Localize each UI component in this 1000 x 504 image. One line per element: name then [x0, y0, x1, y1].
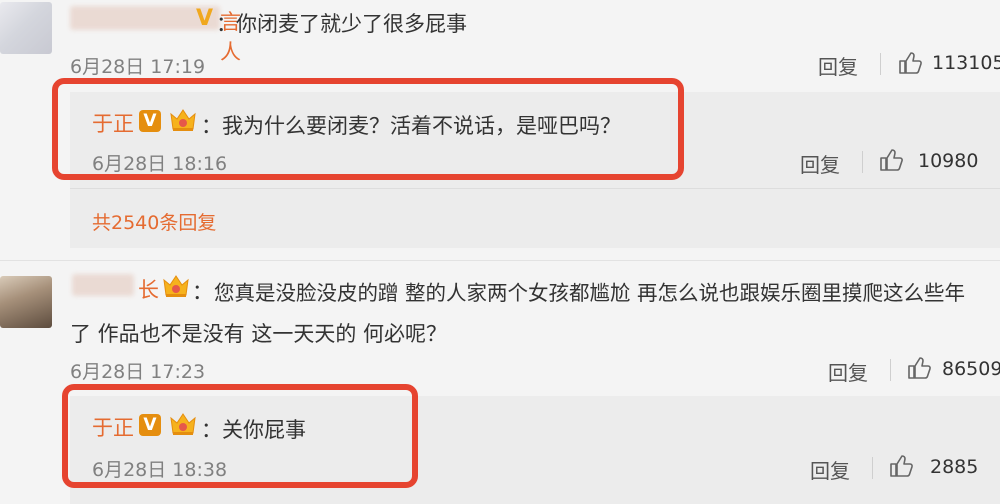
- colon-separator: ：: [216, 12, 237, 36]
- thumbs-up-icon[interactable]: [888, 453, 914, 483]
- thumbs-up-icon[interactable]: [906, 355, 932, 385]
- blurred-username: [72, 274, 134, 296]
- comment-text: 您真是没脸没皮的蹭 整的人家两个女孩都尴尬 再怎么说也跟娱乐圈里摸爬这么些年: [214, 281, 966, 305]
- divider: [890, 359, 891, 381]
- like-count: 113105: [932, 52, 1000, 74]
- reply-button[interactable]: 回复: [828, 357, 868, 386]
- reply-button[interactable]: 回复: [810, 455, 850, 484]
- colon-separator: ：: [192, 280, 213, 304]
- divider: [862, 151, 863, 173]
- comment-time: 6月28日 17:19: [70, 56, 206, 78]
- divider: [0, 260, 1000, 261]
- thumbs-up-icon[interactable]: [878, 147, 904, 177]
- like-count: 10980: [918, 150, 979, 172]
- reply-button[interactable]: 回复: [818, 51, 858, 80]
- highlight-frame: [62, 384, 418, 488]
- comment-text: 你闭麦了就少了很多屁事: [236, 12, 467, 36]
- verified-icon: V: [196, 6, 214, 31]
- thumbs-up-icon[interactable]: [897, 50, 923, 80]
- divider: [70, 188, 1000, 189]
- more-replies-link[interactable]: 共2540条回复: [92, 208, 216, 235]
- comment-username[interactable]: 长: [138, 274, 159, 304]
- avatar[interactable]: [0, 2, 52, 54]
- crown-icon: [161, 272, 191, 304]
- reply-button[interactable]: 回复: [800, 149, 840, 178]
- comment-time: 6月28日 17:23: [70, 361, 206, 383]
- like-count: 2885: [930, 456, 979, 478]
- divider: [872, 457, 873, 479]
- like-count: 86509: [942, 358, 1000, 380]
- divider: [880, 53, 881, 75]
- avatar[interactable]: [0, 276, 52, 328]
- highlight-frame: [52, 78, 684, 180]
- comment-text: 了 作品也不是没有 这一天天的 何必呢？: [70, 322, 448, 346]
